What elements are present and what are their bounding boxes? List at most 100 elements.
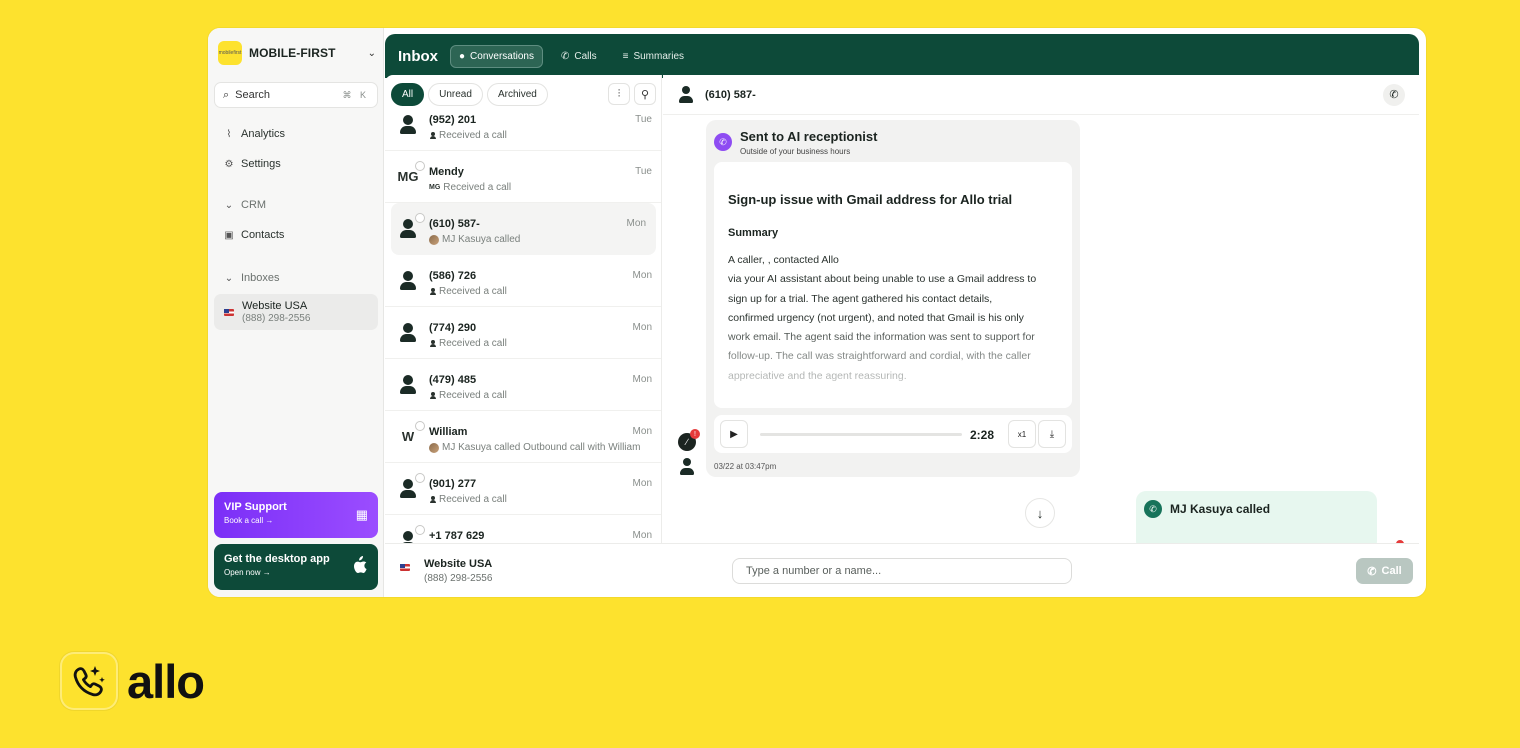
last-activity-time: Mon — [632, 530, 652, 541]
tab-label: Conversations — [470, 50, 534, 62]
vip-support-button[interactable]: VIP Support Book a call → ▦ — [214, 492, 378, 538]
filter-unread[interactable]: Unread — [428, 83, 483, 106]
ai-phone-icon: ✆ — [714, 133, 732, 151]
tab-label: Calls — [574, 50, 597, 62]
call-contact-button[interactable]: ✆ — [1383, 83, 1405, 106]
contact-avatar — [397, 473, 425, 499]
call-summary[interactable]: Sign-up issue with Gmail address for All… — [714, 162, 1072, 408]
audio-player: ▶ 2:28 x1 ⤓ — [714, 415, 1072, 453]
desktop-app-button[interactable]: Get the desktop app Open now → — [214, 544, 378, 590]
sidebar-item-label: Analytics — [241, 128, 286, 140]
last-activity-time: Tue — [635, 114, 652, 125]
playback-speed-button[interactable]: x1 — [1008, 420, 1036, 448]
ai-card-title: Sent to AI receptionist — [740, 129, 878, 144]
audio-progress-track[interactable] — [760, 433, 962, 436]
caller-id-name[interactable]: Website USA — [424, 558, 492, 570]
outbound-call-card: ✆ MJ Kasuya called — [1136, 491, 1377, 551]
sidebar-item-settings[interactable]: ⚙ Settings — [224, 158, 281, 170]
filter-chips: All Unread Archived — [391, 83, 548, 106]
last-activity: MJ Kasuya called — [429, 234, 520, 245]
list-item[interactable]: (586) 726 Received a call Mon — [385, 255, 661, 307]
sidebar-group-inboxes[interactable]: ⌄ Inboxes — [224, 272, 280, 284]
org-switcher[interactable]: mobilefirst MOBILE-FIRST ⌄ — [218, 40, 376, 66]
contact-name: (610) 587- — [429, 218, 480, 230]
filter-archived[interactable]: Archived — [486, 83, 548, 106]
last-activity: MJ Kasuya called Outbound call with Will… — [429, 442, 640, 453]
list-item[interactable]: MG Mendy MG Received a call Tue — [385, 151, 661, 203]
contact-avatar: W — [397, 421, 425, 447]
sidebar-item-contacts[interactable]: ▣ Contacts — [224, 229, 284, 241]
desktop-title: Get the desktop app — [224, 553, 330, 565]
sidebar: mobilefirst MOBILE-FIRST ⌄ ⌕ Search ⌘ K … — [208, 28, 384, 597]
filter-all[interactable]: All — [391, 83, 425, 106]
search-shortcut: ⌘ K — [342, 89, 369, 100]
org-name: MOBILE-FIRST — [249, 46, 336, 60]
summary-heading: Summary — [728, 227, 779, 239]
summary-title: Sign-up issue with Gmail address for All… — [728, 192, 1013, 207]
contact-name: (479) 485 — [429, 374, 477, 386]
last-activity: Received a call — [429, 130, 507, 141]
chat-bubble-icon: ● — [459, 50, 466, 62]
tab-conversations[interactable]: ● Conversations — [450, 44, 543, 68]
dialer-bar: Website USA (888) 298-2556 ✆ Call — [385, 543, 1419, 589]
list-item-selected[interactable]: (610) 587- MJ Kasuya called Mon — [391, 203, 656, 255]
call-button[interactable]: ✆ Call — [1356, 558, 1413, 584]
dial-input[interactable] — [732, 558, 1072, 584]
last-activity: Received a call — [429, 390, 507, 401]
download-button[interactable]: ⤓ — [1038, 420, 1066, 448]
list-item[interactable]: W William MJ Kasuya called Outbound call… — [385, 411, 661, 463]
sidebar-item-analytics[interactable]: ⌇ Analytics — [224, 128, 285, 140]
last-activity-text: Received a call — [439, 130, 507, 141]
tab-calls[interactable]: ✆ Calls — [553, 46, 605, 67]
status-indicator — [415, 213, 425, 223]
last-activity: Received a call — [429, 338, 507, 349]
contact-name: (586) 726 — [429, 270, 477, 282]
sidebar-item-inbox-website-usa[interactable]: Website USA (888) 298-2556 — [214, 294, 378, 330]
phone-icon: ✆ — [1144, 500, 1162, 518]
avatar-initials: W — [401, 428, 415, 444]
last-activity-time: Mon — [632, 322, 652, 333]
tab-summaries[interactable]: ≡ Summaries — [615, 46, 692, 67]
contact-avatar — [397, 321, 419, 343]
person-icon: ⚲ — [640, 88, 650, 101]
list-item[interactable]: (774) 290 Received a call Mon — [385, 307, 661, 359]
scroll-to-bottom-button[interactable]: ↓ — [1025, 498, 1055, 528]
status-indicator — [415, 473, 425, 483]
agent-photo-icon — [429, 234, 439, 245]
org-logo-text: mobilefirst — [218, 50, 242, 56]
list-item[interactable]: (952) 201 Received a call Tue — [385, 111, 661, 151]
chevron-down-icon: ⌄ — [224, 199, 234, 211]
download-icon: ⤓ — [1049, 428, 1055, 440]
last-activity-text: Received a call — [443, 182, 512, 193]
caller-id-number: (888) 298-2556 — [424, 573, 493, 584]
filter-settings-button[interactable]: ⫶ — [608, 83, 630, 105]
assignee-filter-button[interactable]: ⚲ — [634, 83, 656, 105]
play-button[interactable]: ▶ — [720, 420, 748, 448]
person-icon — [429, 339, 436, 348]
gear-icon: ⚙ — [224, 158, 234, 170]
conversation-rows: (952) 201 Received a call Tue MG Mendy M… — [385, 111, 661, 543]
search-button[interactable]: ⌕ Search ⌘ K — [214, 82, 378, 108]
list-item[interactable]: +1 787 629 Mon — [385, 515, 661, 543]
message-timestamp: 03/22 at 03:47pm — [714, 462, 777, 471]
contact-name: Mendy — [429, 166, 464, 178]
person-icon — [429, 495, 436, 504]
contact-avatar — [677, 85, 695, 104]
list-item[interactable]: (901) 277 Received a call Mon — [385, 463, 661, 515]
audio-duration: 2:28 — [970, 428, 995, 442]
last-activity: Received a call — [429, 286, 507, 297]
contact-name: (952) 201 — [429, 114, 477, 126]
caller-avatar — [678, 458, 696, 476]
ai-agent-avatar: ∕ ! — [678, 429, 700, 451]
chevron-down-icon: ⌄ — [367, 47, 376, 59]
contact-avatar: MG — [397, 161, 425, 187]
sidebar-group-crm[interactable]: ⌄ CRM — [224, 199, 266, 211]
search-icon: ⌕ — [223, 88, 230, 101]
call-button-label: Call — [1381, 565, 1402, 577]
avatar-initials-mini: MG — [429, 184, 441, 191]
list-item[interactable]: (479) 485 Received a call Mon — [385, 359, 661, 411]
sliders-icon: ⫶ — [617, 87, 621, 100]
contact-name: +1 787 629 — [429, 530, 485, 542]
last-activity-time: Mon — [632, 374, 652, 385]
contact-name: (774) 290 — [429, 322, 477, 334]
